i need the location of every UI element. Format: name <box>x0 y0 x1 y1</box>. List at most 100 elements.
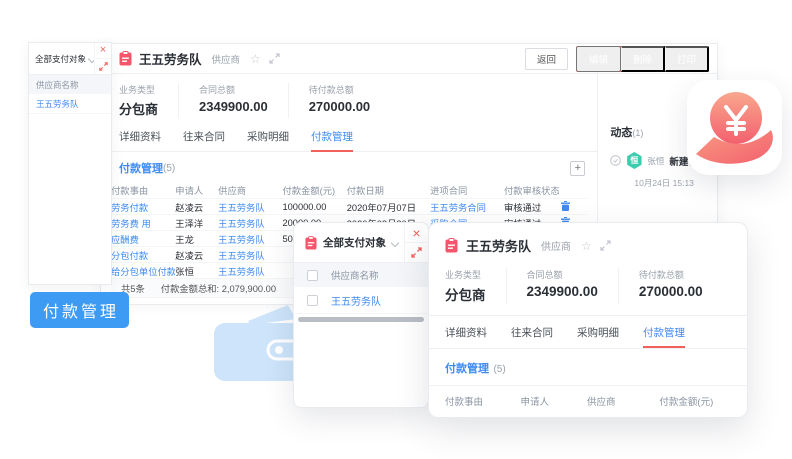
select-all-checkbox[interactable] <box>307 270 318 281</box>
tab-purchase-detail[interactable]: 采购明细 <box>247 129 289 144</box>
col-date: 付款日期 <box>347 183 430 197</box>
close-icon[interactable]: × <box>405 223 428 243</box>
payment-feature-icon <box>687 80 782 175</box>
section-count: (5) <box>493 364 505 375</box>
supplier-detail-popup: 王五劳务队 供应商 ☆ 业务类型 分包商 合同总额 2349900.00 待付款… <box>428 222 748 418</box>
tab-detail-info[interactable]: 详细资料 <box>119 129 161 144</box>
tab-payment-management[interactable]: 付款管理 <box>311 129 353 144</box>
supplier-link[interactable]: 王五劳务队 <box>331 293 381 308</box>
amount-total: 付款金额总和: 2,079,900.00 <box>161 281 276 295</box>
horizontal-scrollbar[interactable] <box>298 317 424 322</box>
delete-button[interactable]: 删除 <box>621 46 665 72</box>
stat-label: 业务类型 <box>119 83 158 96</box>
expand-icon[interactable] <box>95 59 111 74</box>
stat-business-type: 业务类型 分包商 <box>119 83 179 118</box>
supplier-link[interactable]: 王五劳务队 <box>218 216 282 230</box>
col-amount: 付款金额(元) <box>282 183 346 197</box>
feature-tag: 付款管理 <box>30 292 129 328</box>
col-status: 付款审核状态 <box>504 183 561 197</box>
col-contract: 进项合同 <box>430 183 504 197</box>
supplier-link[interactable]: 王五劳务队 <box>218 264 282 278</box>
list-column-header: 供应商名称 <box>29 75 111 94</box>
section-title: 付款管理 <box>445 363 489 375</box>
applicant: 赵凌云 <box>175 200 218 214</box>
stats-row: 业务类型 分包商 合同总额 2349900.00 待付款总额 270000.00 <box>101 74 597 126</box>
window-title: 王五劳务队 <box>466 236 531 255</box>
print-button[interactable]: 打印 <box>665 46 709 72</box>
stat-pending-total: 待付款总额 270000.00 <box>309 83 390 118</box>
share-icon[interactable] <box>600 240 611 251</box>
clipboard-icon <box>305 236 317 250</box>
payment-reason-link[interactable]: 给分包单位付款 <box>111 264 175 278</box>
tab-detail-info[interactable]: 详细资料 <box>445 325 487 340</box>
contract-link[interactable]: 王五劳务合同 <box>430 200 504 214</box>
expand-icon[interactable] <box>405 243 428 262</box>
stat-value: 270000.00 <box>309 99 370 114</box>
col-supplier: 供应商 <box>587 394 659 408</box>
stat-business-type: 业务类型 分包商 <box>445 268 507 304</box>
payment-reason-link[interactable]: 分包付款 <box>111 248 175 262</box>
window-subtitle: 供应商 <box>541 238 571 253</box>
status: 审核通过 <box>504 200 561 214</box>
close-icon[interactable]: × <box>95 43 111 59</box>
payee-list-window: 全部支付对象 × 供应商名称 王五劳务队 <box>293 222 429 408</box>
detail-tabs: 详细资料 往来合同 采购明细 付款管理 <box>429 316 747 349</box>
payment-reason-link[interactable]: 劳务费 用 <box>111 216 175 230</box>
payment-reason-link[interactable]: 应酬费 <box>111 232 175 246</box>
action-button-group: 编辑 删除 打印 <box>576 46 709 72</box>
row-checkbox[interactable] <box>307 295 318 306</box>
supplier-link[interactable]: 王五劳务队 <box>218 248 282 262</box>
chevron-down-icon[interactable] <box>89 55 94 62</box>
stat-label: 待付款总额 <box>309 83 370 96</box>
stat-value: 2349900.00 <box>199 99 268 114</box>
supplier-link[interactable]: 王五劳务队 <box>218 232 282 246</box>
check-circle-icon <box>610 155 621 166</box>
hand-yen-icon <box>687 80 782 175</box>
section-count: (5) <box>163 163 175 174</box>
tab-purchase-detail[interactable]: 采购明细 <box>577 325 619 340</box>
back-button[interactable]: 返回 <box>525 48 568 70</box>
page-subtitle: 供应商 <box>212 52 241 66</box>
table-row[interactable]: 劳务付款 赵凌云 王五劳务队 100000.00 2020年07月07日 王五劳… <box>111 199 587 215</box>
col-supplier: 供应商 <box>218 183 282 197</box>
payment-reason-link[interactable]: 劳务付款 <box>111 200 175 214</box>
applicant: 张恒 <box>175 264 218 278</box>
add-payment-button[interactable]: + <box>570 161 585 176</box>
clipboard-icon <box>119 51 132 66</box>
stat-pending-total: 待付款总额 270000.00 <box>639 268 723 304</box>
applicant: 赵凌云 <box>175 248 218 262</box>
tab-contracts[interactable]: 往来合同 <box>511 325 553 340</box>
stat-contract-total: 合同总额 2349900.00 <box>199 83 289 118</box>
section-title: 付款管理 <box>119 160 163 176</box>
page-title: 王五劳务队 <box>139 49 202 68</box>
favorite-star-icon[interactable]: ☆ <box>581 240 592 252</box>
stat-label: 合同总额 <box>199 83 268 96</box>
share-icon[interactable] <box>269 53 280 64</box>
applicant: 王泽洋 <box>175 216 218 230</box>
supplier-link[interactable]: 王五劳务队 <box>218 200 282 214</box>
stat-contract-total: 合同总额 2349900.00 <box>527 268 619 304</box>
favorite-star-icon[interactable]: ☆ <box>250 53 261 65</box>
chevron-down-icon[interactable] <box>392 239 399 246</box>
activity-count: (1) <box>632 128 643 138</box>
col-amount: 付款金额(元) <box>659 394 747 408</box>
list-item[interactable]: 王五劳务队 <box>294 287 428 314</box>
detail-tabs: 详细资料 往来合同 采购明细 付款管理 <box>101 126 597 152</box>
list-column-header: 供应商名称 <box>331 268 379 282</box>
clipboard-icon <box>445 238 458 253</box>
window-header: 王五劳务队 供应商 ☆ 返回 编辑 删除 打印 <box>101 44 717 74</box>
tab-contracts[interactable]: 往来合同 <box>183 129 225 144</box>
col-applicant: 申请人 <box>521 394 587 408</box>
date: 2020年07月07日 <box>347 200 430 214</box>
stat-value: 分包商 <box>119 99 158 118</box>
col-reason: 付款事由 <box>445 394 521 408</box>
panel-title: 全部支付对象 <box>35 53 86 65</box>
table-header-row: 付款事由 申请人 供应商 付款金额(元) <box>429 385 747 408</box>
edit-button[interactable]: 编辑 <box>576 46 621 72</box>
wallet-icon <box>210 303 306 385</box>
col-reason: 付款事由 <box>111 183 175 197</box>
list-item[interactable]: 王五劳务队 <box>29 94 111 114</box>
activity-timestamp: 10月24日 15:13 <box>634 177 717 189</box>
tab-payment-management[interactable]: 付款管理 <box>643 325 685 340</box>
delete-row-icon[interactable] <box>561 201 570 211</box>
